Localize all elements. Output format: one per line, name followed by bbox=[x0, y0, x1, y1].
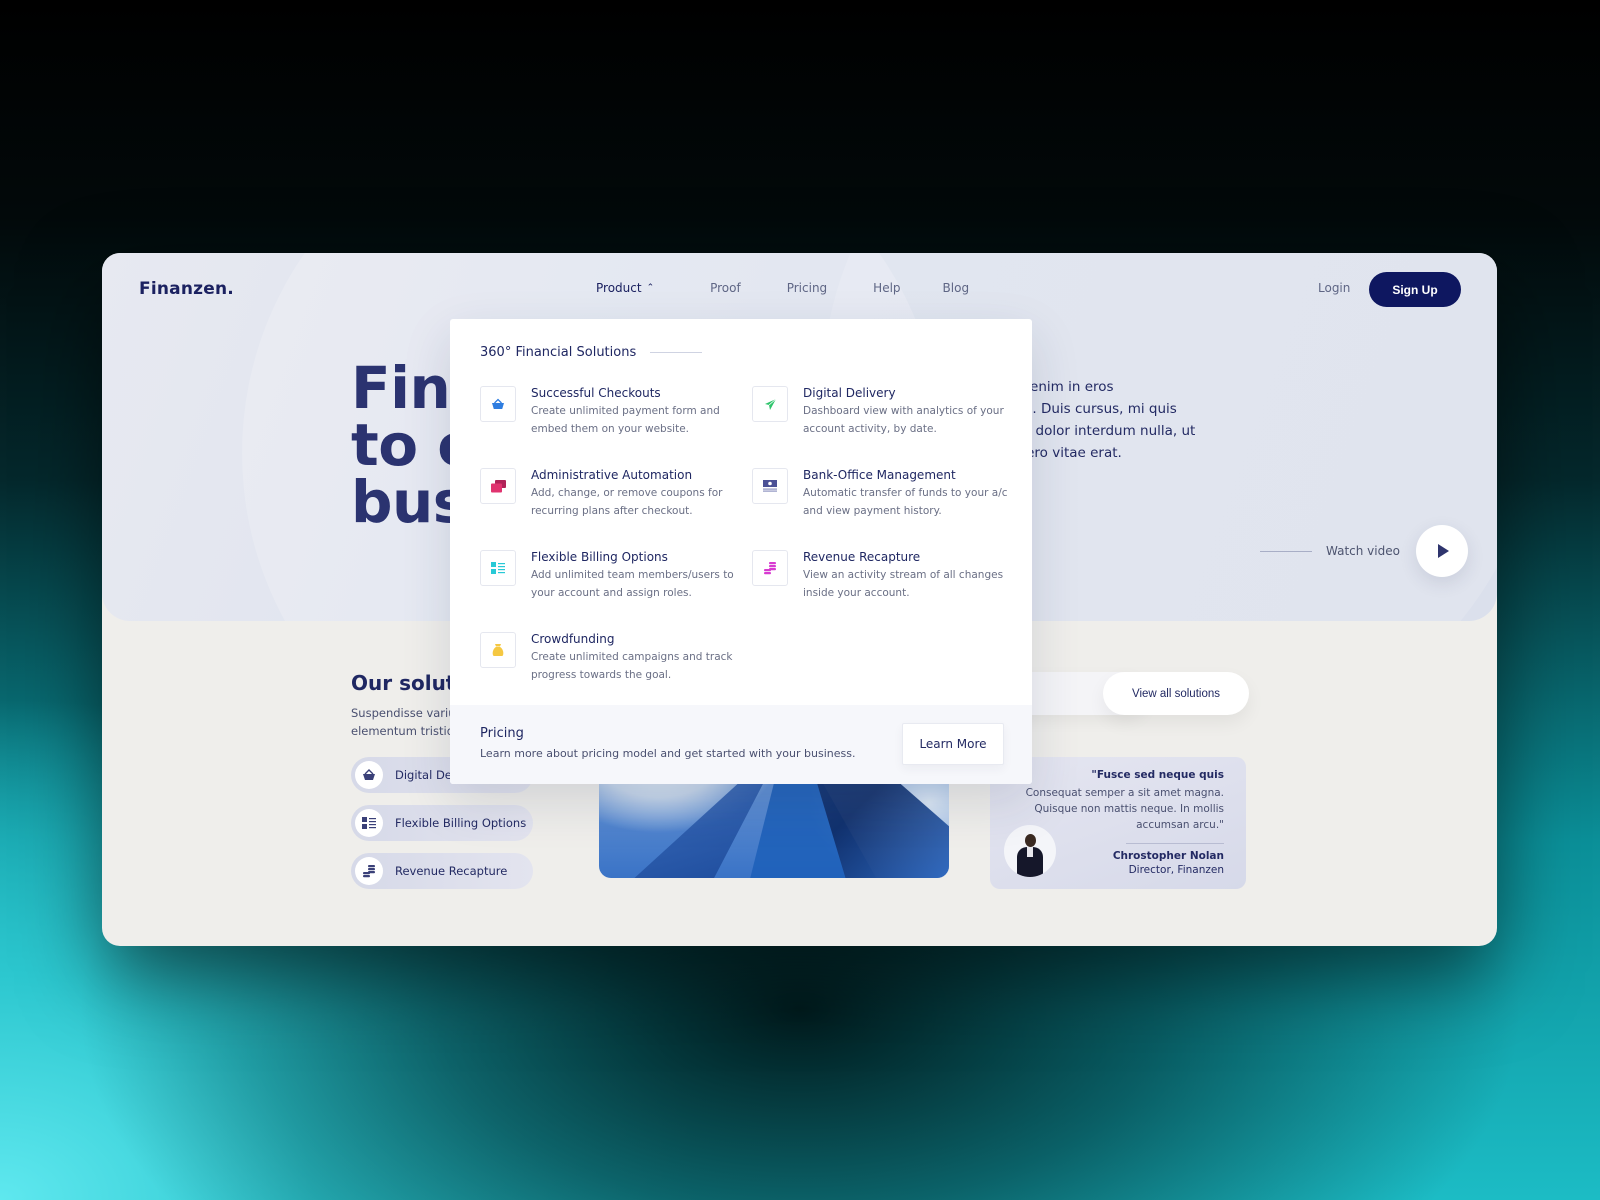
list-layout-icon bbox=[480, 550, 516, 586]
learn-more-button[interactable]: Learn More bbox=[902, 723, 1004, 765]
nav-item-product[interactable]: Product ⌃ bbox=[596, 281, 654, 295]
menu-item-successful-checkouts[interactable]: Successful Checkouts Create unlimited pa… bbox=[480, 386, 742, 446]
pricing-description: Learn more about pricing model and get s… bbox=[480, 747, 856, 760]
dropdown-footer: Pricing Learn more about pricing model a… bbox=[450, 705, 1032, 784]
menu-item-description: Dashboard view with analytics of your ac… bbox=[803, 405, 1004, 435]
stacked-cards-icon bbox=[480, 468, 516, 504]
list-layout-icon bbox=[355, 809, 383, 837]
nav-item-label: Pricing bbox=[786, 281, 828, 295]
menu-item-digital-delivery[interactable]: Digital Delivery Dashboard view with ana… bbox=[752, 386, 1014, 446]
menu-item-title: Bank-Office Management bbox=[803, 468, 956, 482]
coins-icon bbox=[355, 857, 383, 885]
menu-item-title: Crowdfunding bbox=[531, 632, 615, 646]
avatar-figure bbox=[1025, 834, 1036, 847]
menu-item-title: Successful Checkouts bbox=[531, 386, 661, 400]
banknote-icon bbox=[752, 468, 788, 504]
menu-item-title: Revenue Recapture bbox=[803, 550, 921, 564]
solution-pill-revenue-recapture[interactable]: Revenue Recapture bbox=[351, 853, 533, 889]
dropdown-heading: 360° Financial Solutions bbox=[480, 345, 703, 360]
menu-item-bank-office-management[interactable]: Bank-Office Management Automatic transfe… bbox=[752, 468, 1014, 528]
testimonial-quote: Consequat semper a sit amet magna. Quisq… bbox=[1025, 787, 1224, 831]
watch-video: Watch video bbox=[1260, 525, 1468, 577]
nav-links: Product ⌃ Proof Pricing Help Blog bbox=[596, 281, 1009, 295]
browser-frame: Finanzen. Product ⌃ Proof Pricing Help B… bbox=[102, 253, 1497, 946]
menu-item-title: Administrative Automation bbox=[531, 468, 693, 482]
menu-item-description: Create unlimited payment form and embed … bbox=[531, 405, 720, 435]
nav-item-blog[interactable]: Blog bbox=[943, 281, 970, 295]
pill-label: Revenue Recapture bbox=[395, 864, 508, 878]
play-icon bbox=[1437, 544, 1449, 558]
menu-item-title: Digital Delivery bbox=[803, 386, 896, 400]
brand-logo[interactable]: Finanzen. bbox=[139, 279, 234, 299]
chevron-up-icon: ⌃ bbox=[646, 282, 655, 293]
nav-item-label: Product bbox=[596, 281, 642, 295]
dropdown-heading-text: 360° Financial Solutions bbox=[480, 345, 637, 360]
menu-item-description: Add unlimited team members/users to your… bbox=[531, 569, 734, 599]
nav-item-help[interactable]: Help bbox=[873, 281, 900, 295]
coins-icon bbox=[752, 550, 788, 586]
play-button[interactable] bbox=[1415, 525, 1468, 577]
avatar bbox=[1004, 825, 1056, 877]
basket-icon bbox=[480, 386, 516, 422]
login-link[interactable]: Login bbox=[1318, 281, 1350, 295]
pill-label: Flexible Billing Options bbox=[395, 816, 527, 830]
view-all-solutions-button[interactable]: View all solutions bbox=[1103, 672, 1249, 715]
divider-line bbox=[1260, 550, 1312, 552]
menu-item-administrative-automation[interactable]: Administrative Automation Add, change, o… bbox=[480, 468, 742, 528]
pricing-title: Pricing bbox=[480, 726, 524, 741]
menu-item-revenue-recapture[interactable]: Revenue Recapture View an activity strea… bbox=[752, 550, 1014, 610]
divider bbox=[1126, 843, 1224, 844]
testimonial-author: Chrostopher Nolan bbox=[1112, 850, 1224, 862]
nav-item-proof[interactable]: Proof bbox=[710, 281, 741, 295]
solutions-title: Our soluti bbox=[351, 671, 463, 695]
divider-line bbox=[650, 352, 703, 353]
nav-item-label: Proof bbox=[710, 281, 741, 295]
paper-plane-icon bbox=[752, 386, 788, 422]
testimonial-role: Director, Finanzen bbox=[1128, 864, 1224, 876]
menu-item-crowdfunding[interactable]: Crowdfunding Create unlimited campaigns … bbox=[480, 632, 742, 692]
menu-item-description: Add, change, or remove coupons for recur… bbox=[531, 487, 723, 517]
watch-video-label[interactable]: Watch video bbox=[1326, 544, 1400, 558]
avatar-figure bbox=[1027, 847, 1033, 857]
solution-pill-flexible-billing[interactable]: Flexible Billing Options bbox=[351, 805, 533, 841]
menu-item-description: Create unlimited campaigns and track pro… bbox=[531, 651, 733, 681]
testimonial-quote-lead: "Fusce sed neque quis bbox=[1091, 769, 1224, 781]
nav-item-label: Blog bbox=[942, 281, 970, 295]
product-dropdown-menu: 360° Financial Solutions Successful Chec… bbox=[450, 319, 1032, 784]
menu-item-title: Flexible Billing Options bbox=[531, 550, 668, 564]
menu-item-flexible-billing-options[interactable]: Flexible Billing Options Add unlimited t… bbox=[480, 550, 742, 610]
top-navigation: Finanzen. Product ⌃ Proof Pricing Help B… bbox=[102, 253, 1497, 325]
basket-icon bbox=[355, 761, 383, 789]
sign-up-button[interactable]: Sign Up bbox=[1369, 272, 1461, 307]
nav-item-pricing[interactable]: Pricing bbox=[787, 281, 827, 295]
nav-item-label: Help bbox=[873, 281, 901, 295]
menu-item-description: View an activity stream of all changes i… bbox=[803, 569, 1004, 599]
money-bag-icon bbox=[480, 632, 516, 668]
menu-item-description: Automatic transfer of funds to your a/c … bbox=[803, 487, 1008, 517]
